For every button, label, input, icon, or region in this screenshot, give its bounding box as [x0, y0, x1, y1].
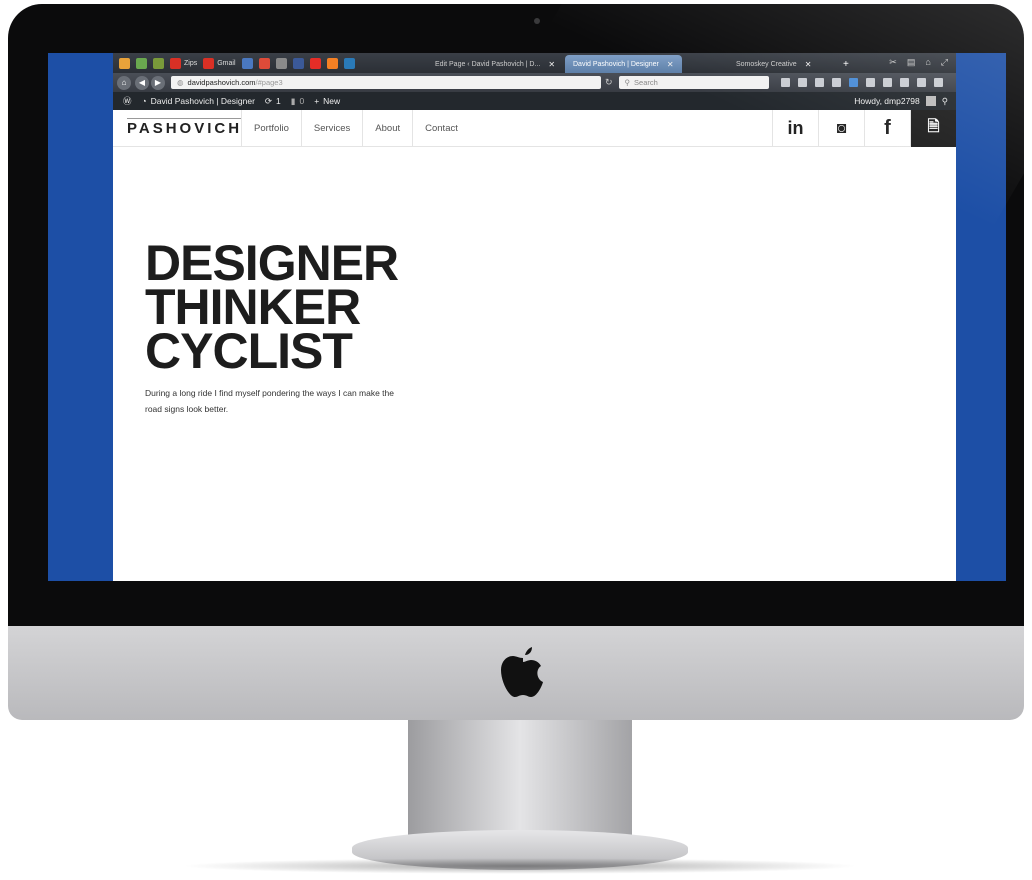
- search-icon: ⚲: [624, 78, 631, 87]
- address-bar[interactable]: ◍ davidpashovich.com/#page3: [171, 76, 601, 89]
- menu-item-portfolio[interactable]: Portfolio: [241, 110, 301, 147]
- home-icon[interactable]: ⌂: [925, 57, 930, 68]
- bookmark-icon[interactable]: [275, 57, 287, 69]
- new-label: New: [323, 96, 341, 106]
- hero-tagline: During a long ride I find myself ponderi…: [145, 388, 394, 414]
- page-icon[interactable]: [814, 78, 824, 87]
- url-path: /#page3: [255, 78, 283, 87]
- linkedin-icon[interactable]: in: [772, 110, 818, 147]
- bookmark-icon[interactable]: [343, 57, 355, 69]
- navigation-bar: ⌂ ◀ ▶ ◍ davidpashovich.com/#page3 ↻ ⚲ Se…: [113, 73, 956, 92]
- social-links: in ◙ f 🗎: [772, 110, 956, 147]
- save-icon[interactable]: [882, 78, 892, 87]
- toolbar-icons: [780, 78, 943, 87]
- menu-item-contact[interactable]: Contact: [412, 110, 470, 147]
- site-header: PASHOVICH Portfolio Services About Conta…: [113, 110, 956, 147]
- comments-count: 0: [299, 96, 305, 106]
- window-icon[interactable]: ▤: [907, 57, 916, 68]
- menu-item-services[interactable]: Services: [300, 110, 362, 147]
- close-icon[interactable]: ✕: [548, 60, 555, 69]
- imac-mockup: Zips Gmail Edit Page ‹ David Pashovich | …: [0, 0, 1032, 880]
- bookmark-label[interactable]: Gmail: [217, 60, 235, 67]
- document-icon[interactable]: 🗎: [910, 110, 956, 147]
- reading-list-icon[interactable]: [797, 78, 807, 87]
- tab-title: Somoskey Creative: [736, 60, 797, 68]
- facebook-icon[interactable]: f: [864, 110, 910, 147]
- camera: [534, 18, 540, 24]
- tab-title: David Pashovich | Designer: [573, 60, 659, 68]
- main-menu: Portfolio Services About Contact: [241, 110, 470, 147]
- dashboard-icon: ◔: [141, 96, 147, 106]
- reload-icon[interactable]: ↻: [605, 77, 613, 88]
- bookmark-label[interactable]: Zips: [184, 60, 197, 67]
- hero-section: DESIGNER THINKER CYCLIST During a long r…: [145, 238, 399, 417]
- zoom-icon[interactable]: [865, 78, 875, 87]
- updates-count: 1: [276, 96, 281, 106]
- browser-window: Zips Gmail Edit Page ‹ David Pashovich | …: [113, 53, 956, 581]
- updates-link[interactable]: ⟳ 1: [265, 96, 281, 107]
- close-icon[interactable]: ✕: [805, 60, 812, 69]
- tab-somoskey[interactable]: Somoskey Creative ✕: [728, 55, 819, 73]
- new-content-link[interactable]: + New: [314, 96, 340, 106]
- bookmark-icon[interactable]: [292, 57, 304, 69]
- search-placeholder: Search: [634, 78, 658, 87]
- bookmark-icon[interactable]: [326, 57, 338, 69]
- tab-edit-page[interactable]: Edit Page ‹ David Pashovich | D... ✕: [427, 55, 563, 73]
- comment-icon: ▮: [290, 95, 296, 106]
- hero-headline: DESIGNER THINKER CYCLIST: [145, 238, 399, 379]
- url-domain: davidpashovich.com: [187, 78, 256, 87]
- admin-bar-right: Howdy, dmp2798 ⚲: [854, 92, 948, 110]
- menu-icon[interactable]: [933, 78, 943, 87]
- bookmark-icon[interactable]: [170, 57, 181, 69]
- bookmark-icon[interactable]: [258, 57, 270, 69]
- apple-logo-icon: [501, 647, 543, 697]
- screen: Zips Gmail Edit Page ‹ David Pashovich | …: [48, 53, 1006, 581]
- instagram-icon[interactable]: ◙: [818, 110, 864, 147]
- wp-admin-bar: Ⓦ ◔ David Pashovich | Designer ⟳ 1 ▮ 0 +…: [113, 92, 956, 110]
- updates-icon: ⟳: [264, 95, 273, 106]
- search-icon[interactable]: ⚲: [942, 96, 948, 107]
- close-icon[interactable]: ✕: [667, 60, 674, 69]
- avatar[interactable]: [925, 96, 936, 106]
- window-controls: ✂ ▤ ⌂ ⤢: [889, 57, 948, 68]
- tab-david-pashovich[interactable]: David Pashovich | Designer ✕: [565, 55, 682, 73]
- scissors-icon[interactable]: ✂: [889, 57, 897, 68]
- bookmark-icon[interactable]: [119, 57, 130, 69]
- site-name-label: David Pashovich | Designer: [150, 96, 255, 106]
- forward-button[interactable]: ▶: [151, 75, 165, 90]
- new-tab-button[interactable]: +: [835, 55, 857, 73]
- addon-icon[interactable]: [916, 78, 926, 87]
- bookmark-star-icon[interactable]: [780, 78, 790, 87]
- globe-icon: ◍: [177, 78, 184, 87]
- howdy-user-link[interactable]: Howdy, dmp2798: [854, 96, 920, 106]
- headline-line: CYCLIST: [145, 323, 353, 379]
- plus-icon: +: [314, 96, 320, 106]
- site-name-link[interactable]: ◔ David Pashovich | Designer: [142, 96, 255, 106]
- folder-icon[interactable]: [831, 78, 841, 87]
- site-logo[interactable]: PASHOVICH: [127, 110, 243, 147]
- bookmark-icon[interactable]: [309, 57, 321, 69]
- menu-item-about[interactable]: About: [362, 110, 412, 147]
- search-input[interactable]: ⚲ Search: [618, 76, 769, 89]
- bookmark-icon[interactable]: [153, 57, 164, 69]
- bookmarks-bar: Zips Gmail: [113, 57, 355, 69]
- extension-icon[interactable]: [899, 78, 909, 87]
- stand-shadow: [180, 858, 860, 874]
- tab-title: Edit Page ‹ David Pashovich | D...: [435, 60, 541, 68]
- tab-bar: Zips Gmail Edit Page ‹ David Pashovich | …: [113, 53, 956, 73]
- bookmark-icon[interactable]: [136, 57, 147, 69]
- bookmark-icon[interactable]: [203, 57, 215, 69]
- imac-bezel: Zips Gmail Edit Page ‹ David Pashovich | …: [8, 4, 1024, 626]
- home-button[interactable]: ⌂: [117, 75, 131, 90]
- wordpress-logo-icon[interactable]: Ⓦ: [123, 95, 132, 107]
- back-button[interactable]: ◀: [135, 75, 149, 90]
- expand-icon[interactable]: ⤢: [941, 57, 948, 68]
- comments-link[interactable]: ▮ 0: [291, 96, 304, 107]
- bookmark-icon[interactable]: [241, 57, 253, 69]
- download-icon[interactable]: [848, 78, 858, 87]
